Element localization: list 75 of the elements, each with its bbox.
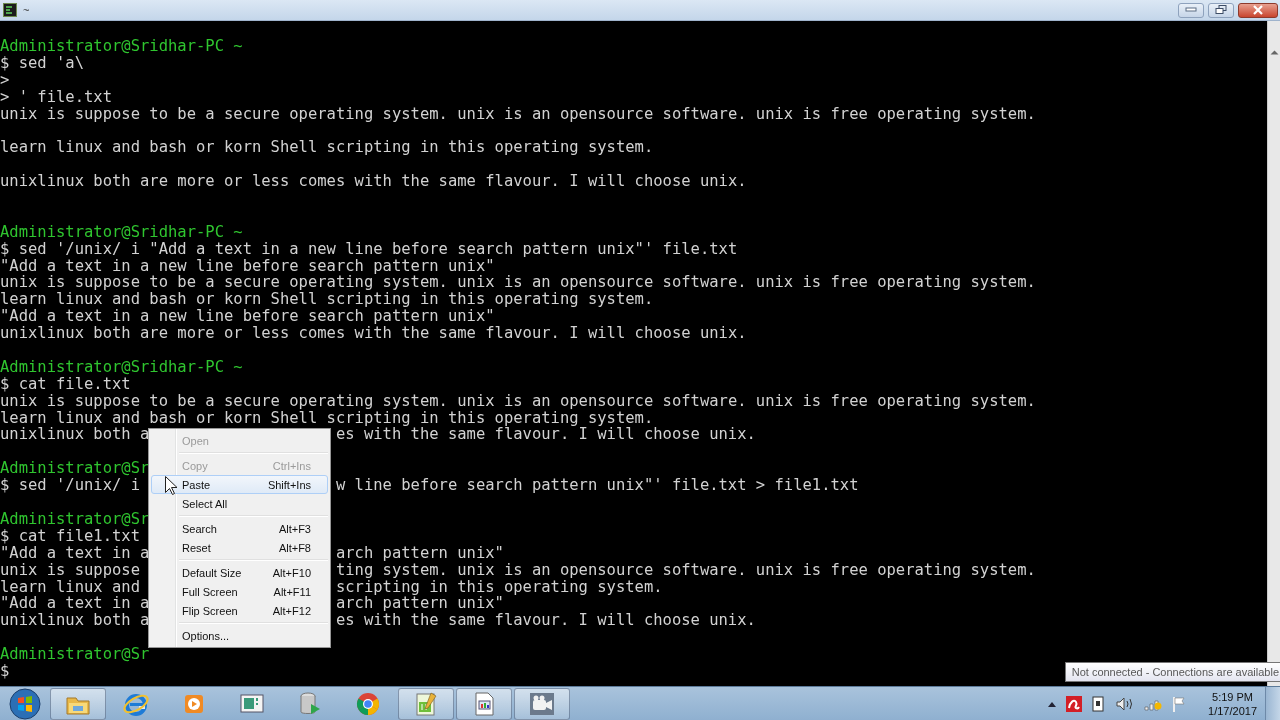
terminal-text: unixlinux both a	[0, 426, 150, 444]
terminal-line: $ sed 'a\	[0, 54, 84, 72]
terminal-line: Administrator@Sridhar-PC ~	[0, 38, 243, 55]
terminal-icon	[3, 3, 17, 17]
menu-item[interactable]: Options...	[151, 626, 328, 645]
taskbar-button[interactable]	[50, 687, 106, 720]
terminal-line: "Add a text in a new line before search pattern unix"	[0, 257, 495, 275]
clock[interactable]: 5:19 PM 1/17/2017	[1208, 689, 1257, 718]
terminal-text: es with the same flavour. I will choose unix.	[335, 426, 756, 444]
shortcut-text: Ctrl+Ins	[272, 459, 311, 472]
terminal-line: Administrator@Sr	[0, 460, 150, 478]
terminal-line: $ cat file1.txt	[0, 527, 140, 545]
taskbar-button[interactable]	[514, 687, 570, 720]
terminal-text: w line before search pattern unix"' file.txt > file1.txt	[335, 477, 859, 495]
clock-date: 1/17/2017	[1208, 703, 1257, 718]
terminal-text: ting system. unix is an opensource software. unix is free operating system.	[335, 561, 1036, 579]
terminal-line: unix is suppose to be a secure operating system. unix is an opensource software. unix is free operating system.	[0, 392, 1036, 410]
terminal-line: $	[0, 662, 10, 680]
terminal-line: Administrator@Sridhar-PC ~	[0, 358, 243, 376]
shortcut-text: Alt+F10	[272, 566, 311, 579]
minimize-icon	[1185, 7, 1197, 13]
menu-item[interactable]: Default Size Alt+F10	[151, 563, 328, 582]
close-icon	[1252, 5, 1264, 15]
power-icon[interactable]	[1092, 695, 1107, 712]
menu-item[interactable]: Full Screen Alt+F11	[151, 582, 328, 601]
shortcut-text: Alt+F12	[272, 604, 311, 617]
close-button[interactable]	[1238, 2, 1278, 18]
terminal-text: es with the same flavour. I will choose unix.	[335, 612, 756, 630]
terminal-line: learn linux and bash or korn Shell scripting in this operating system.	[0, 409, 654, 427]
terminal-text: scripting in this operating system.	[335, 578, 663, 596]
shortcut-text: Shift+Ins	[267, 478, 311, 491]
shortcut-text: Alt+F11	[273, 585, 311, 598]
terminal-line: $ cat file.txt	[0, 375, 131, 393]
menu-item[interactable]: Select All	[151, 494, 328, 513]
terminal-line: $ sed '/unix/ i "Add a text in a new line before search pattern unix"' file.txt	[0, 240, 738, 258]
terminal-text: unixlinux both a	[0, 612, 150, 630]
terminal-text: "Add a text in a	[0, 595, 150, 613]
menu-item[interactable]: Paste Shift+Ins	[151, 475, 328, 494]
terminal-line: Administrator@Sr	[0, 510, 150, 528]
menu-item[interactable]: Flip Screen Alt+F12	[151, 601, 328, 620]
terminal-line: learn linux and bash or korn Shell scripting in this operating system.	[0, 139, 654, 157]
terminal-line: Administrator@Sridhar-PC ~	[0, 223, 243, 241]
show-hidden-icons-icon[interactable]	[1048, 700, 1057, 707]
terminal-text: unix is suppose	[0, 561, 140, 579]
terminal-line: unixlinux both are more or less comes with the same flavour. I will choose unix.	[0, 173, 747, 190]
terminal-line: unix is suppose to be a secure operating system. unix is an opensource software. unix is free operating system.	[0, 274, 1036, 292]
restore-icon	[1215, 5, 1227, 15]
volume-icon[interactable]	[1116, 696, 1135, 711]
antivirus-icon[interactable]	[1066, 695, 1083, 712]
flag-icon[interactable]	[1172, 695, 1187, 712]
mouse-pointer-icon	[165, 476, 177, 495]
taskbar-button[interactable]	[398, 687, 454, 720]
terminal-text: "Add a text in a	[0, 544, 150, 562]
terminal-line: "Add a text in a new line before search pattern unix"	[0, 308, 495, 326]
terminal-text: $ sed '/unix/ i	[0, 477, 140, 495]
restore-button[interactable]	[1208, 2, 1234, 18]
window-title: ~	[23, 4, 30, 16]
terminal-text: learn linux and	[0, 578, 140, 596]
terminal-line: > ' file.txt	[0, 88, 112, 106]
terminal-text: arch pattern unix"	[335, 595, 504, 613]
show-desktop-button[interactable]	[1265, 687, 1280, 720]
shortcut-text: Alt+F8	[278, 541, 311, 554]
menu-item[interactable]: Reset Alt+F8	[151, 538, 328, 557]
terminal-line: >	[0, 71, 10, 89]
scroll-up-icon[interactable]	[1269, 49, 1279, 55]
terminal-line: Administrator@Sr	[0, 646, 150, 663]
terminal-line: learn linux and bash or korn Shell scripting in this operating system.	[0, 291, 654, 309]
terminal-line: unix is suppose to be a secure operating system. unix is an opensource software. unix is free operating system.	[0, 105, 1036, 123]
taskbar-button[interactable]	[456, 687, 512, 720]
network-tooltip: Not connected - Connections are available	[1064, 662, 1280, 682]
clock-time: 5:19 PM	[1212, 689, 1253, 704]
terminal-text: arch pattern unix"	[335, 544, 504, 562]
menu-item[interactable]: Search Alt+F3	[151, 519, 328, 538]
terminal-line: unixlinux both are more or less comes with the same flavour. I will choose unix.	[0, 325, 747, 343]
shortcut-text: Alt+F3	[278, 522, 311, 535]
